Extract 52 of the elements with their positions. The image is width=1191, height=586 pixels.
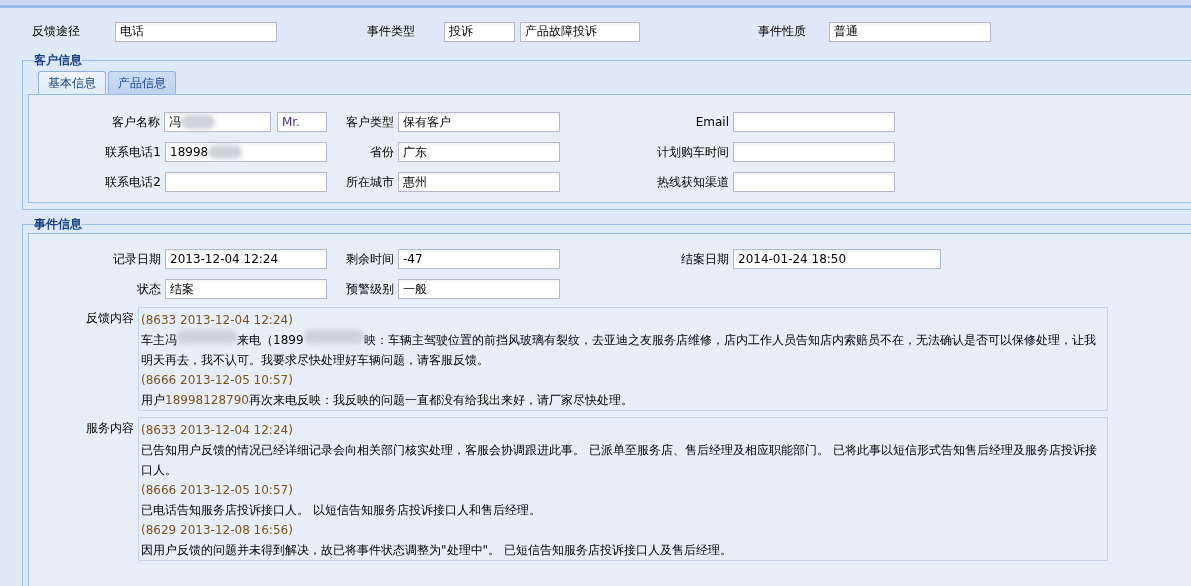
log-timestamp: (8666 2013-12-05 10:57) — [141, 372, 294, 389]
log-text: 车主冯 来电（1899 映：车辆主驾驶位置的前挡风玻璃有裂纹，去亚迪之友服务店维修，店内工作人员告知店内索赔员不在，无法确认是否可以保修处理，让我明天再去，我不认可。我要求尽快处理好车辆问题，请客服反馈。 — [141, 330, 1103, 370]
text-field[interactable] — [165, 172, 327, 192]
field-label: 记录日期 — [113, 250, 161, 268]
field-label: 事件性质 — [758, 23, 807, 40]
field-label: 事件类型 — [367, 23, 416, 40]
section-title: 客户信息 — [34, 52, 82, 69]
title-field[interactable]: Mr. — [277, 112, 327, 132]
text-field[interactable]: -47 — [398, 249, 560, 269]
log-timestamp: (8629 2013-12-08 16:56) — [141, 522, 294, 539]
text-field[interactable]: 惠州 — [398, 172, 560, 192]
text-field[interactable]: 冯 — [164, 112, 271, 132]
field-label: 服务内容 — [85, 420, 134, 437]
section-title: 事件信息 — [34, 216, 82, 233]
text-field[interactable]: 结案 — [165, 279, 327, 299]
text-field[interactable]: 2014-01-24 18:50 — [733, 249, 941, 269]
tab[interactable]: 产品信息 — [108, 71, 176, 94]
field-label: 反馈途径 — [32, 23, 81, 40]
log-timestamp: (8666 2013-12-05 10:57) — [141, 482, 294, 499]
field-label: Email — [694, 115, 729, 129]
log-timestamp: (8633 2013-12-04 12:24) — [141, 422, 294, 439]
field-label: 剩余时间 — [346, 250, 394, 268]
text-field[interactable] — [733, 172, 895, 192]
text-field[interactable] — [733, 142, 895, 162]
log-text: 已电话告知服务店投诉接口人。 以短信告知服务店投诉接口人和售后经理。 — [141, 502, 542, 519]
field-label: 联系电话2 — [105, 173, 161, 191]
field-label: 联系电话1 — [105, 143, 161, 161]
field-label: 结案日期 — [680, 250, 729, 268]
field-label: 反馈内容 — [85, 310, 134, 327]
field-label: 所在城市 — [346, 173, 394, 191]
text-field[interactable]: 产品故障投诉 — [520, 21, 640, 42]
field-label: 客户类型 — [346, 113, 394, 131]
text-field[interactable]: 电话 — [115, 21, 277, 42]
text-field[interactable]: 18998 — [165, 142, 327, 162]
text-field[interactable]: 2013-12-04 12:24 — [165, 249, 327, 269]
log-text: 已告知用户反馈的情况已经详细记录会向相关部门核实处理，客服会协调跟进此事。 已派单至服务店、售后经理及相应职能部门。 已将此事以短信形式告知售后经理及服务店投诉接口人。 — [141, 442, 1098, 479]
field-label: 省份 — [370, 143, 394, 161]
log-timestamp: (8633 2013-12-04 12:24) — [141, 312, 294, 329]
text-field[interactable]: 保有客户 — [398, 112, 560, 132]
log-text: 因用户反馈的问题并未得到解决，故已将事件状态调整为"处理中"。 已短信告知服务店投诉接口人及售后经理。 — [141, 542, 733, 559]
field-label: 状态 — [137, 280, 161, 298]
log-text: 用户18998128790再次来电反映：我反映的问题一直都没有给我出来好，请厂家尽快处理。 — [141, 392, 634, 409]
text-field[interactable] — [733, 112, 895, 132]
text-field[interactable]: 一般 — [398, 279, 560, 299]
field-label: 客户名称 — [112, 113, 160, 131]
tab[interactable]: 基本信息 — [38, 71, 106, 94]
text-field[interactable]: 普通 — [829, 21, 991, 42]
text-field[interactable]: 投诉 — [444, 21, 515, 42]
text-field[interactable]: 广东 — [398, 142, 560, 162]
field-label: 计划购车时间 — [656, 143, 729, 161]
field-label: 预警级别 — [346, 280, 394, 298]
field-label: 热线获知渠道 — [656, 173, 729, 191]
